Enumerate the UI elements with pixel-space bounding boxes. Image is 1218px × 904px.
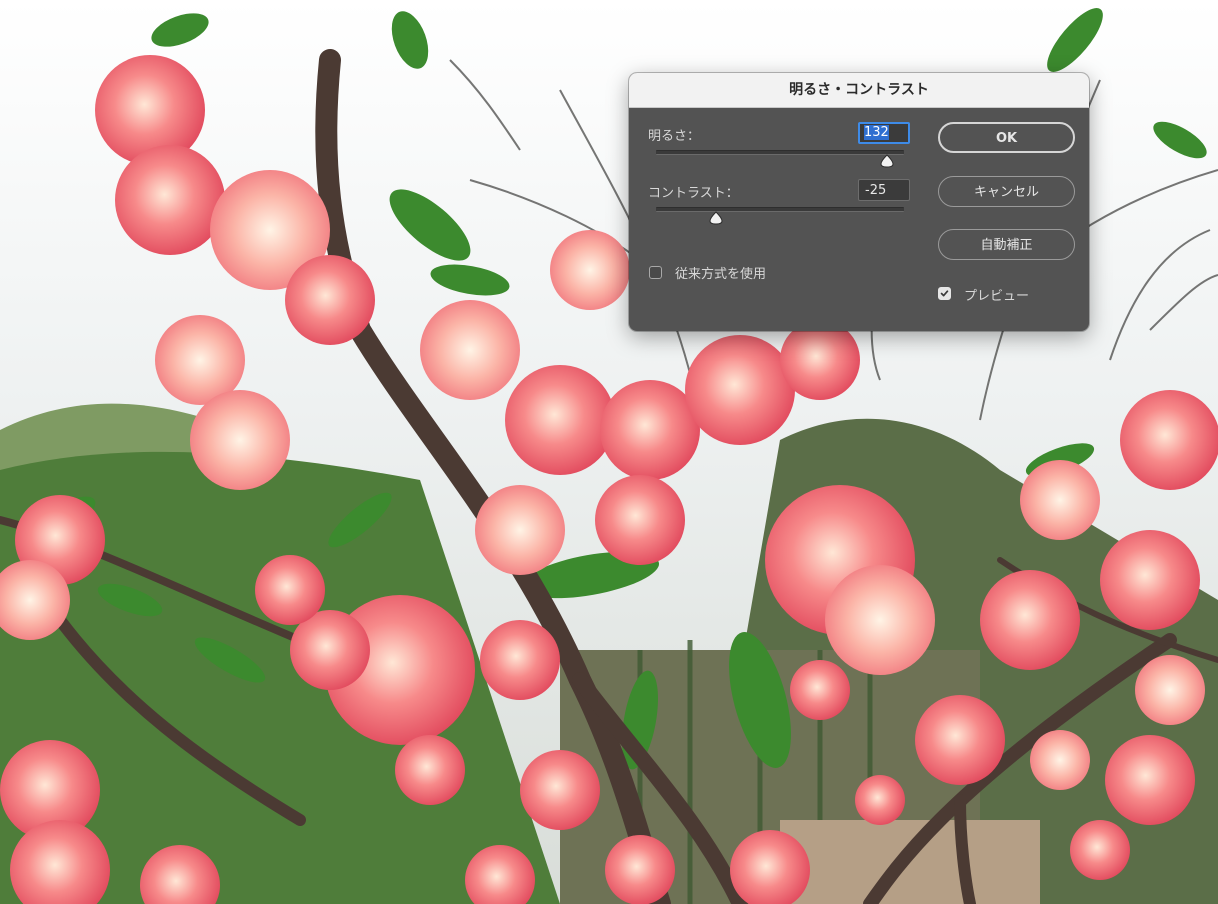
brightness-slider-track[interactable] [656, 150, 904, 155]
contrast-label: コントラスト： [648, 186, 739, 201]
brightness-slider-thumb[interactable] [880, 154, 894, 168]
ok-button[interactable]: OK [938, 122, 1075, 153]
auto-button[interactable]: 自動補正 [938, 229, 1075, 260]
dialog-title: 明るさ・コントラスト [629, 73, 1089, 108]
cancel-button[interactable]: キャンセル [938, 176, 1075, 207]
preview-checkbox[interactable] [938, 287, 951, 300]
contrast-value-field[interactable]: -25 [858, 179, 910, 201]
legacy-checkbox[interactable] [649, 266, 662, 279]
preview-label: プレビュー [964, 289, 1030, 304]
workspace: 明るさ・コントラスト 明るさ： 132 コントラスト： -25 従来方式を使用 … [0, 0, 1218, 904]
brightness-value-text: 132 [864, 125, 889, 140]
brightness-value-field[interactable]: 132 [858, 122, 910, 144]
brightness-label: 明るさ： [648, 129, 701, 144]
contrast-slider-thumb[interactable] [709, 211, 723, 225]
legacy-label: 従来方式を使用 [675, 267, 767, 282]
brightness-contrast-dialog: 明るさ・コントラスト 明るさ： 132 コントラスト： -25 従来方式を使用 … [629, 73, 1089, 331]
contrast-slider-track[interactable] [656, 207, 904, 212]
checkmark-icon [940, 290, 949, 297]
